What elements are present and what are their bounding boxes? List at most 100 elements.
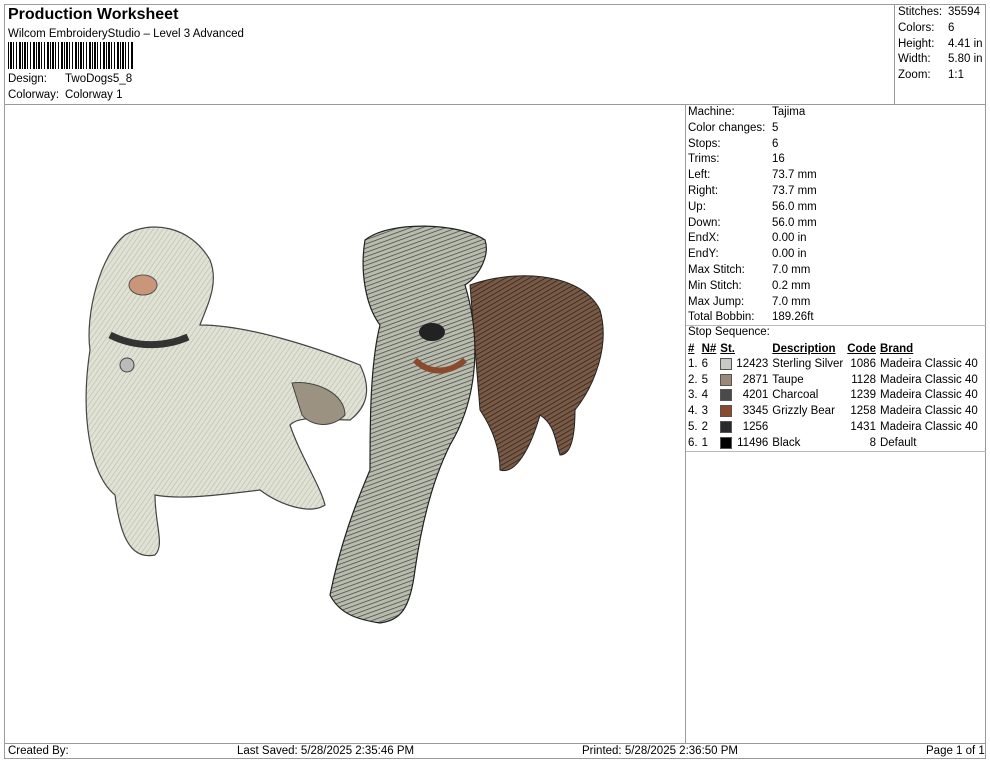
row-brand: Madeira Classic 40 [879,357,978,370]
machine-info-value: 0.2 mm [772,279,811,292]
zoom-value: 1:1 [948,69,964,81]
page-title: Production Worksheet [8,6,179,23]
row-code: 1258 [850,405,876,418]
row-needle: 2 [701,421,708,434]
stitches-value: 35594 [948,6,980,18]
row-code: 1086 [850,357,876,370]
machine-info-label: Up: [688,200,706,213]
row-brand: Madeira Classic 40 [879,373,978,386]
row-needle: 5 [701,373,708,386]
machine-info-label: EndX: [688,232,720,245]
machine-info-value: 73.7 mm [772,169,817,182]
col-stitches: St. [720,342,735,355]
color-swatch-icon [720,357,733,370]
machine-info-row: Stops: 6 [688,138,778,150]
machine-info-label: Right: [688,185,719,197]
machine-info-value: 0.00 in [772,248,807,261]
height-row: Height: 4.41 in [898,38,983,50]
color-swatch-icon [720,421,733,434]
col-needle: N# [701,342,717,355]
machine-info-row: Max Stitch: 7.0 mm [688,264,810,276]
machine-info-value: 5 [772,121,779,134]
machine-info-row: Min Stitch: 0.2 mm [688,280,810,292]
machine-info-label: Trims: [688,153,720,166]
machine-info-row: Machine: Tajima [688,106,805,118]
footer-panel [4,743,986,759]
zoom-row: Zoom: 1:1 [898,69,964,81]
barcode-icon [8,42,133,69]
row-swatch [718,388,734,404]
stop-sequence-heading: Stop Sequence: [688,326,770,338]
divider [686,451,986,452]
row-brand: Madeira Classic 40 [879,405,978,418]
machine-info-row: Color changes: 5 [688,122,778,134]
row-brand: Default [879,436,917,449]
width-value: 5.80 in [948,53,983,65]
row-needle: 4 [701,389,708,402]
row-description: Grizzly Bear [772,405,835,418]
machine-info-value: 0.00 in [772,232,807,245]
machine-info-row: Trims: 16 [688,153,785,165]
machine-info-row: Max Jump: 7.0 mm [688,296,810,308]
machine-info-row: Total Bobbin: 189.26ft [688,311,814,323]
table-row: 2. 5 2871 Taupe 1128 Madeira Classic 40 [686,372,980,388]
row-index: 2. [688,373,698,386]
colorway-row: Colorway: Colorway 1 [8,89,123,101]
machine-info-row: Right: 73.7 mm [688,185,817,197]
width-row: Width: 5.80 in [898,53,983,65]
machine-info-label: Machine: [688,106,735,118]
machine-info-value: 7.0 mm [772,264,811,276]
software-name: Wilcom EmbroideryStudio – Level 3 Advanc… [8,28,244,40]
color-swatch-icon [720,389,733,402]
machine-info-value: 7.0 mm [772,295,811,308]
row-index: 6. [688,436,698,449]
table-header-row: # N# St. Description Code Brand [686,341,980,356]
row-stitches: 1256 [742,421,769,434]
created-by: Created By: [8,745,69,757]
table-row: 4. 3 3345 Grizzly Bear 1258 Madeira Classic 4… [686,403,980,419]
row-swatch [718,419,734,435]
row-description: Sterling Silver [772,357,844,370]
colors-row: Colors: 6 [898,22,954,34]
right-dog [329,225,604,624]
height-label: Height: [898,38,935,50]
width-label: Width: [898,53,931,65]
row-code: 1128 [851,373,876,386]
col-description: Description [772,342,836,355]
machine-info-label: Stops: [688,137,721,150]
row-code: 1431 [850,421,876,434]
table-row: 6. 1 11496 Black 8 Default [686,435,980,451]
col-index: # [688,342,695,355]
zoom-label: Zoom: [898,69,931,81]
row-swatch [718,403,734,419]
table-row: 3. 4 4201 Charcoal 1239 Madeira Classic 40 [686,388,980,404]
row-code: 8 [869,436,876,449]
machine-info-value: 189.26ft [772,311,814,324]
row-stitches: 12423 [736,357,769,370]
row-description: Taupe [772,373,804,386]
machine-info-label: Max Jump: [688,295,745,308]
col-code: Code [847,342,876,355]
col-brand: Brand [879,342,914,355]
design-row: Design: TwoDogs5_8 [8,73,132,85]
machine-info-value: 56.0 mm [772,200,817,213]
table-row: 1. 6 12423 Sterling Silver 1086 Madeira Class… [686,356,980,372]
machine-info-value: 56.0 mm [772,216,817,229]
colors-value: 6 [948,22,955,34]
table-row: 5. 2 1256 1431 Madeira Classic 40 [686,419,980,435]
color-swatch-icon [720,373,733,386]
row-stitches: 11496 [737,436,769,449]
machine-info-row: Up: 56.0 mm [688,201,817,213]
row-index: 1. [688,357,698,370]
stitches-label: Stitches: [898,6,943,18]
row-description: Black [772,436,801,449]
colorway-value: Colorway 1 [65,89,123,101]
embroidery-design-image [85,225,604,624]
machine-info-value: 16 [772,153,785,166]
last-saved: Last Saved: 5/28/2025 2:35:46 PM [237,745,415,757]
page-number: Page 1 of 1 [926,745,985,757]
machine-info-row: Left: 73.7 mm [688,169,817,181]
row-swatch [718,435,734,451]
row-index: 3. [688,389,698,402]
colorway-label: Colorway: [8,89,60,101]
